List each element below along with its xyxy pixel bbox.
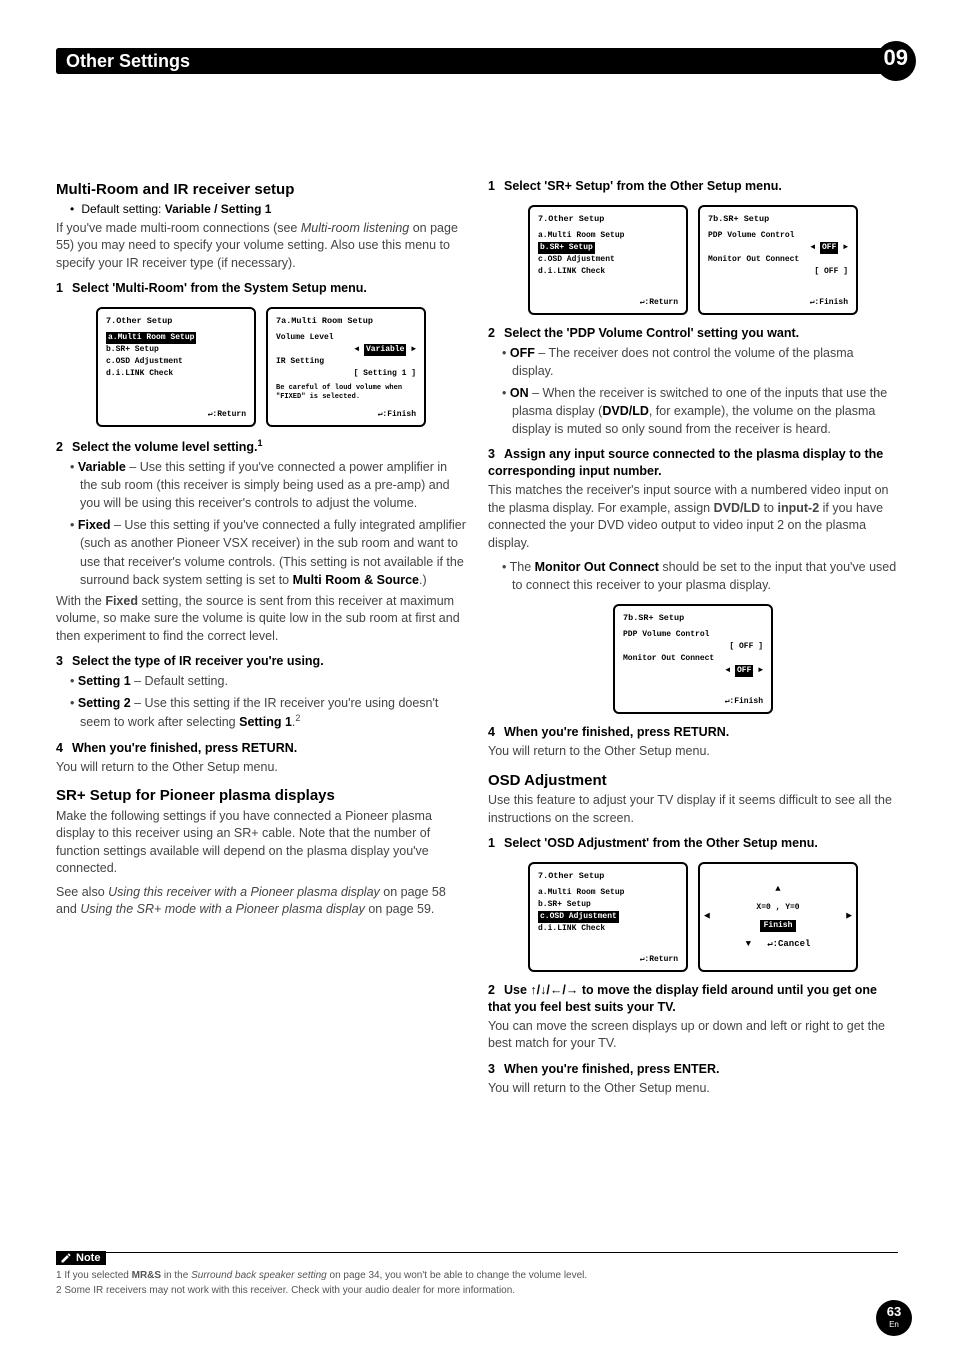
r-step-1: 1Select 'SR+ Setup' from the Other Setup…: [488, 178, 898, 195]
srplus-paragraph-2: See also Using this receiver with a Pion…: [56, 884, 466, 919]
step-4: 4When you're finished, press RETURN.: [56, 740, 466, 757]
osd-step-3: 3When you're finished, press ENTER.: [488, 1061, 898, 1078]
osd-step-2: 2Use ↑/↓/←/→ to move the display field a…: [488, 982, 898, 1016]
footnote-section: Note 1 If you selected MR&S in the Surro…: [56, 1252, 898, 1298]
step-3: 3Select the type of IR receiver you're u…: [56, 653, 466, 670]
osd-multiroom-setup: 7a.Multi Room Setup Volume Level ◄ Varia…: [266, 307, 426, 427]
intro-paragraph: If you've made multi-room connections (s…: [56, 220, 466, 273]
default-setting-line: • Default setting: Variable / Setting 1: [70, 202, 466, 216]
bullet-fixed: • Fixed – Use this setting if you've con…: [70, 516, 466, 589]
r-step-4-sub: You will return to the Other Setup menu.: [488, 743, 898, 761]
default-values: Variable / Setting 1: [165, 202, 272, 216]
osd-srplus-pair: 7.Other Setup a.Multi Room Setup b.SR+ S…: [488, 205, 898, 315]
footnote-1: 1 If you selected MR&S in the Surround b…: [56, 1269, 898, 1283]
osd-paragraph: Use this feature to adjust your TV displ…: [488, 792, 898, 827]
page-language: En: [876, 1320, 912, 1329]
osd-adjustment-preview: ▲ X=0 , Y=0 Finish ▼ ↵:Cancel ◄►: [698, 862, 858, 972]
osd-screenshot-pair: 7.Other Setup a.Multi Room Setup b.SR+ S…: [56, 307, 466, 427]
bullet-off: • OFF – The receiver does not control th…: [502, 344, 898, 380]
step-2: 2Select the volume level setting.1: [56, 437, 466, 456]
osd-step-2-sub: You can move the screen displays up or d…: [488, 1018, 898, 1053]
bullet-variable: • Variable – Use this setting if you've …: [70, 458, 466, 512]
osd-adjustment-pair: 7.Other Setup a.Multi Room Setup b.SR+ S…: [488, 862, 898, 972]
pencil-icon: [60, 1252, 72, 1264]
page-number-badge: 63 En: [876, 1300, 912, 1336]
note-label: Note: [56, 1251, 106, 1265]
osd-srplus-setup: 7b.SR+ Setup PDP Volume Control ◄ OFF ► …: [698, 205, 858, 315]
osd-step-3-sub: You will return to the Other Setup menu.: [488, 1080, 898, 1098]
osd-other-setup-3: 7.Other Setup a.Multi Room Setup b.SR+ S…: [528, 862, 688, 972]
osd-other-setup: 7.Other Setup a.Multi Room Setup b.SR+ S…: [96, 307, 256, 427]
section-osd-title: OSD Adjustment: [488, 771, 898, 791]
r-step-4: 4When you're finished, press RETURN.: [488, 724, 898, 741]
osd-other-setup-2: 7.Other Setup a.Multi Room Setup b.SR+ S…: [528, 205, 688, 315]
section-multiroom-title: Multi-Room and IR receiver setup: [56, 180, 466, 200]
fixed-paragraph: With the Fixed setting, the source is se…: [56, 593, 466, 646]
r-step-3-para: This matches the receiver's input source…: [488, 482, 898, 552]
chapter-bar: Other Settings 09: [56, 48, 898, 74]
footnote-2: 2 Some IR receivers may not work with th…: [56, 1284, 898, 1298]
chapter-number: 09: [884, 45, 908, 71]
bullet-setting1: • Setting 1 – Default setting.: [70, 672, 466, 690]
right-column: 1Select 'SR+ Setup' from the Other Setup…: [488, 170, 898, 1103]
left-column: Multi-Room and IR receiver setup • Defau…: [56, 170, 466, 1103]
page-number: 63: [876, 1305, 912, 1318]
chapter-header: Other Settings 09: [56, 48, 898, 74]
step-1: 1Select 'Multi-Room' from the System Set…: [56, 280, 466, 297]
bullet-monitor-out: • The Monitor Out Connect should be set …: [502, 558, 898, 594]
default-label: Default setting:: [81, 202, 164, 216]
bullet-on: • ON – When the receiver is switched to …: [502, 384, 898, 438]
chapter-title: Other Settings: [66, 51, 190, 72]
osd-step-1: 1Select 'OSD Adjustment' from the Other …: [488, 835, 898, 852]
r-step-2: 2Select the 'PDP Volume Control' setting…: [488, 325, 898, 342]
r-step-3: 3Assign any input source connected to th…: [488, 446, 898, 480]
srplus-paragraph-1: Make the following settings if you have …: [56, 808, 466, 878]
step-4-sub: You will return to the Other Setup menu.: [56, 759, 466, 777]
osd-srplus-setup-2: 7b.SR+ Setup PDP Volume Control [ OFF ] …: [613, 604, 773, 714]
bullet-setting2: • Setting 2 – Use this setting if the IR…: [70, 694, 466, 731]
section-srplus-title: SR+ Setup for Pioneer plasma displays: [56, 786, 466, 806]
